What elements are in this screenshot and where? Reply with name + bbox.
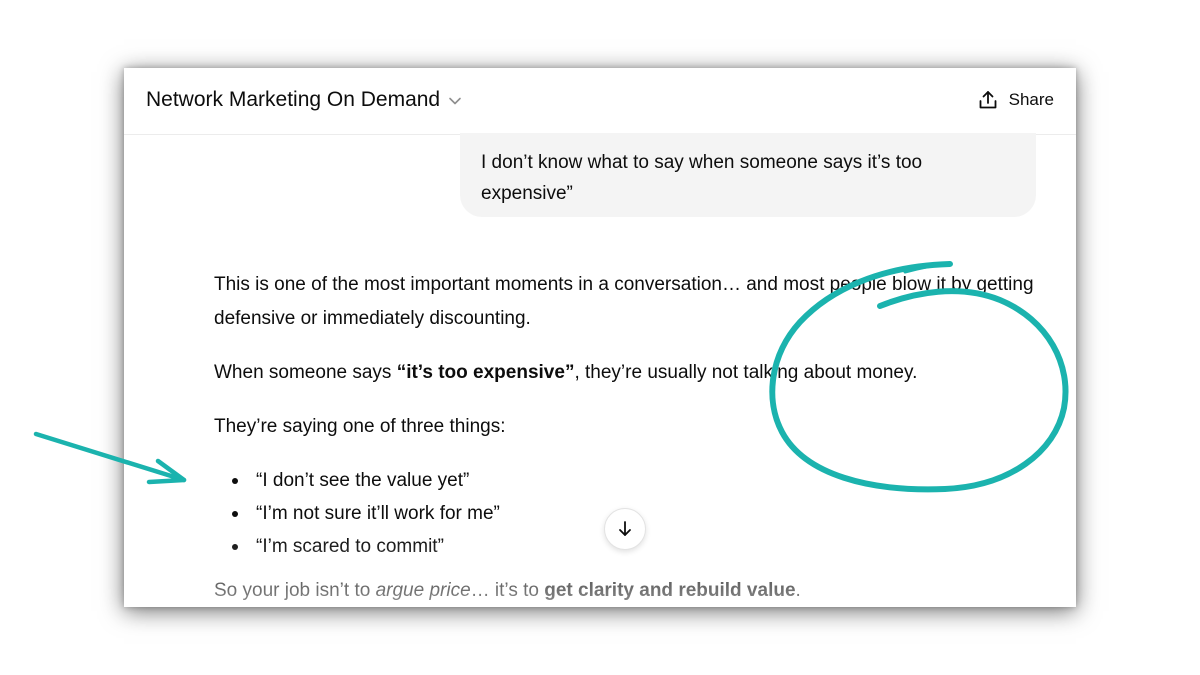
- share-button[interactable]: Share: [977, 89, 1054, 111]
- text-span: So your job isn’t to: [214, 580, 376, 601]
- user-message-bubble: I don’t know what to say when someone sa…: [460, 133, 1036, 217]
- answer-paragraph-2: When someone says “it’s too expensive”, …: [214, 356, 917, 390]
- answer-paragraph-3: They’re saying one of three things:: [214, 416, 506, 437]
- bold-text: get clarity and rebuild value: [544, 580, 796, 601]
- scroll-to-bottom-button[interactable]: [604, 508, 646, 550]
- text-span: When someone says: [214, 362, 397, 383]
- list-item: “I’m scared to commit”: [214, 530, 500, 563]
- model-selector[interactable]: Network Marketing On Demand: [146, 88, 462, 112]
- answer-paragraph-5: So your job isn’t to argue price… it’s t…: [214, 574, 801, 607]
- text-span: … it’s to: [470, 580, 545, 601]
- chevron-down-icon: [448, 94, 462, 108]
- arrow-down-icon: [615, 519, 635, 539]
- share-upload-icon: [977, 89, 999, 111]
- chat-window: Network Marketing On Demand Share I don’…: [124, 68, 1076, 607]
- bullet-list: “I don’t see the value yet” “I’m not sur…: [214, 464, 500, 563]
- user-message-text: I don’t know what to say when someone sa…: [481, 152, 923, 204]
- chat-title: Network Marketing On Demand: [146, 88, 441, 111]
- text-span: .: [795, 580, 801, 601]
- list-item: “I don’t see the value yet”: [214, 464, 500, 497]
- answer-paragraph-1: This is one of the most important moment…: [214, 274, 1034, 329]
- list-item: “I’m not sure it’ll work for me”: [214, 497, 500, 530]
- chat-header: Network Marketing On Demand Share: [124, 68, 1076, 135]
- text-span: , they’re usually not talking about mone…: [574, 362, 918, 383]
- share-label: Share: [1008, 90, 1054, 109]
- bold-quote: “it’s too expensive”: [396, 362, 575, 383]
- italic-text: argue price: [375, 580, 471, 601]
